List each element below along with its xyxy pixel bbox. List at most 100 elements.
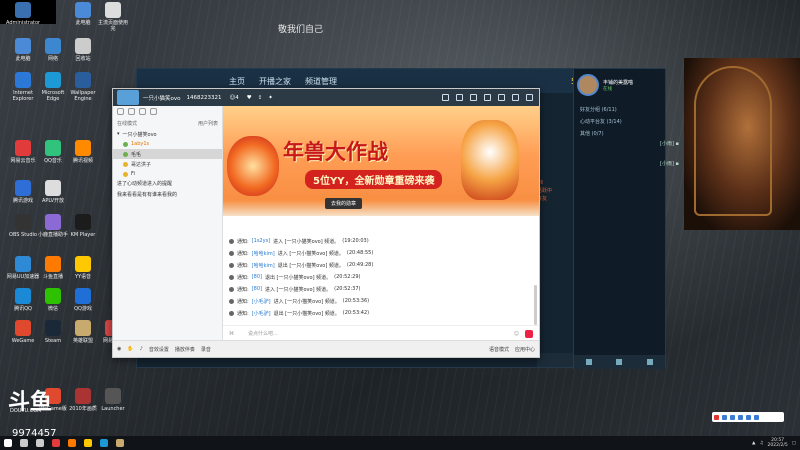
desktop-icon[interactable]: WeGame xyxy=(6,320,40,344)
desktop-icon[interactable]: 网易UU加速器 xyxy=(6,256,40,280)
desktop-icon[interactable]: 网络 xyxy=(36,38,70,62)
desktop-icon[interactable]: APLV开放 xyxy=(36,180,70,204)
notification-user[interactable]: [80] xyxy=(252,274,262,280)
tab-channel-manage[interactable]: 频道管理 xyxy=(305,76,337,87)
user-list-label[interactable]: 用户列表 xyxy=(198,120,218,127)
desktop-icon[interactable]: 腾讯视频 xyxy=(66,140,100,164)
notification-icon[interactable]: ▢ xyxy=(792,441,796,446)
music-button[interactable]: 播放伴奏 xyxy=(175,346,195,353)
tab-streamer-home[interactable]: 开播之家 xyxy=(259,76,291,87)
desktop-icon[interactable]: Internet Explorer xyxy=(6,72,40,102)
grid-icon[interactable] xyxy=(456,94,463,101)
ime-punct-icon[interactable] xyxy=(730,414,735,420)
desktop-icon[interactable]: 此电脑 xyxy=(66,2,100,26)
douyu-icon[interactable] xyxy=(68,439,76,447)
home-icon[interactable] xyxy=(442,94,449,101)
desktop-icon[interactable]: KM Player xyxy=(66,214,100,238)
hand-icon[interactable]: ✋ xyxy=(127,346,133,352)
speaker-icon[interactable] xyxy=(128,108,135,115)
volume-icon[interactable]: ♪ xyxy=(140,346,143,352)
notification-user[interactable]: [小毛驴] xyxy=(252,298,271,305)
notification-user[interactable]: [哈哈kim] xyxy=(252,262,275,269)
desktop-icon[interactable]: Administrator xyxy=(6,2,40,26)
channel-window[interactable]: 一只小猫笑ovo 1468223321 ☺ 4 ♥ ⇪ ✦ 在线模式 用户列表 xyxy=(112,88,540,358)
mode-label[interactable]: 在线模式 xyxy=(117,120,137,127)
close-icon[interactable] xyxy=(526,94,533,101)
notification-user[interactable]: [80] xyxy=(252,286,262,292)
settings-icon[interactable] xyxy=(646,359,653,365)
group-heart[interactable]: 心动平台友 (3/14) xyxy=(580,116,659,128)
mic-icon[interactable] xyxy=(117,108,124,115)
desktop-icon[interactable]: 微信 xyxy=(36,288,70,312)
desktop-icon[interactable]: OBS Studio xyxy=(6,214,40,238)
send-button[interactable] xyxy=(525,329,533,338)
user-row[interactable]: Fi xyxy=(113,169,222,179)
group-other[interactable]: 其他 (0/7) xyxy=(580,128,659,140)
notification-user[interactable]: [哈哈kim] xyxy=(252,250,275,257)
desktop-icon[interactable]: 2010年画质 xyxy=(66,388,100,412)
desktop-icon[interactable]: 网易云音乐 xyxy=(6,140,40,164)
menu-icon[interactable] xyxy=(484,94,491,101)
user-card[interactable]: 丰铺的美露喵 在线 xyxy=(574,69,665,101)
desktop-icon[interactable]: QQ音乐 xyxy=(36,140,70,164)
desktop-icon[interactable]: 主流页面使用完 xyxy=(96,2,130,32)
desktop-icon[interactable]: Steam xyxy=(36,320,70,344)
desktop-icon[interactable]: 小鹿直播助手 xyxy=(36,214,70,238)
user-row-selected[interactable]: 毛毛 xyxy=(113,149,222,159)
desktop-icon[interactable]: 腾讯QQ xyxy=(6,288,40,312)
ime-mic-icon[interactable] xyxy=(738,414,743,420)
mode-button[interactable]: 语音模式 xyxy=(489,346,509,353)
game-icon[interactable] xyxy=(470,94,477,101)
yy-icon[interactable] xyxy=(84,439,92,447)
chat-input[interactable]: 说点什么吧... xyxy=(248,330,278,337)
gift-icon[interactable]: ✦ xyxy=(268,95,273,101)
desktop-icon[interactable]: QQ游戏 xyxy=(66,288,100,312)
start-icon[interactable] xyxy=(4,439,12,447)
desktop-icon[interactable]: 英雄联盟 xyxy=(66,320,100,344)
apps-button[interactable]: 应用中心 xyxy=(515,346,535,353)
gamepad-icon[interactable]: ⌘ xyxy=(229,331,234,337)
group-friends[interactable]: 好友分组 (6/11) xyxy=(580,104,659,116)
ime-keyboard-icon[interactable] xyxy=(746,414,751,420)
ime-toolbar[interactable] xyxy=(712,412,784,422)
voice-setting-button[interactable]: 音效设置 xyxy=(149,346,169,353)
task-view-icon[interactable] xyxy=(36,439,44,447)
notification-user[interactable]: [1s2ys] xyxy=(252,238,270,244)
apps-icon[interactable] xyxy=(616,359,623,365)
wifi-icon[interactable]: ▲ xyxy=(752,441,755,446)
desktop-icon[interactable]: Launcher xyxy=(96,388,130,412)
volume-icon[interactable]: ♫ xyxy=(759,441,763,446)
banner-cta-button[interactable]: 去我的勋章 xyxy=(325,198,363,209)
search-icon[interactable] xyxy=(150,108,157,115)
share-icon[interactable]: ⇪ xyxy=(258,95,263,101)
like-icon[interactable]: ♥ xyxy=(247,95,252,101)
lol-icon[interactable] xyxy=(116,439,124,447)
ime-skin-icon[interactable] xyxy=(754,414,759,420)
user-row[interactable]: 哥达洪子 xyxy=(113,159,222,169)
ime-lang-icon[interactable] xyxy=(722,414,727,420)
message-scrollbar[interactable] xyxy=(534,285,537,325)
notification-user[interactable]: [小毛驴] xyxy=(252,310,271,317)
emoji-icon[interactable]: ☺ xyxy=(514,331,519,337)
maximize-icon[interactable] xyxy=(512,94,519,101)
desktop-icon[interactable]: YY语音 xyxy=(66,256,100,280)
user-row[interactable]: 1aby1s xyxy=(113,139,222,149)
event-banner[interactable]: 年兽大作战 5位YY，全新勋章重磅来袭 去我的勋章 xyxy=(223,106,539,216)
desktop-icon[interactable]: 腾讯游戏 xyxy=(6,180,40,204)
desktop-icon[interactable]: 斗鱼直播 xyxy=(36,256,70,280)
desktop-icon[interactable]: 回收站 xyxy=(66,38,100,62)
desktop-icon[interactable]: Microsoft Edge xyxy=(36,72,70,102)
edge-icon[interactable] xyxy=(100,439,108,447)
list-icon[interactable] xyxy=(139,108,146,115)
desktop-icon[interactable]: 此电脑 xyxy=(6,38,40,62)
channel-root[interactable]: ▾ 一只小猫笑ovo xyxy=(113,129,222,139)
clock-date[interactable]: 2022/2/5 xyxy=(768,443,788,448)
chat-icon[interactable] xyxy=(586,359,593,365)
netease-music-icon[interactable] xyxy=(52,439,60,447)
minimize-icon[interactable] xyxy=(498,94,505,101)
record-button[interactable]: 录音 xyxy=(201,346,211,353)
tab-home[interactable]: 主页 xyxy=(229,76,245,87)
mic-button-icon[interactable]: ◉ xyxy=(117,346,121,352)
search-icon[interactable] xyxy=(20,439,28,447)
desktop-icon[interactable]: Wallpaper Engine xyxy=(66,72,100,102)
